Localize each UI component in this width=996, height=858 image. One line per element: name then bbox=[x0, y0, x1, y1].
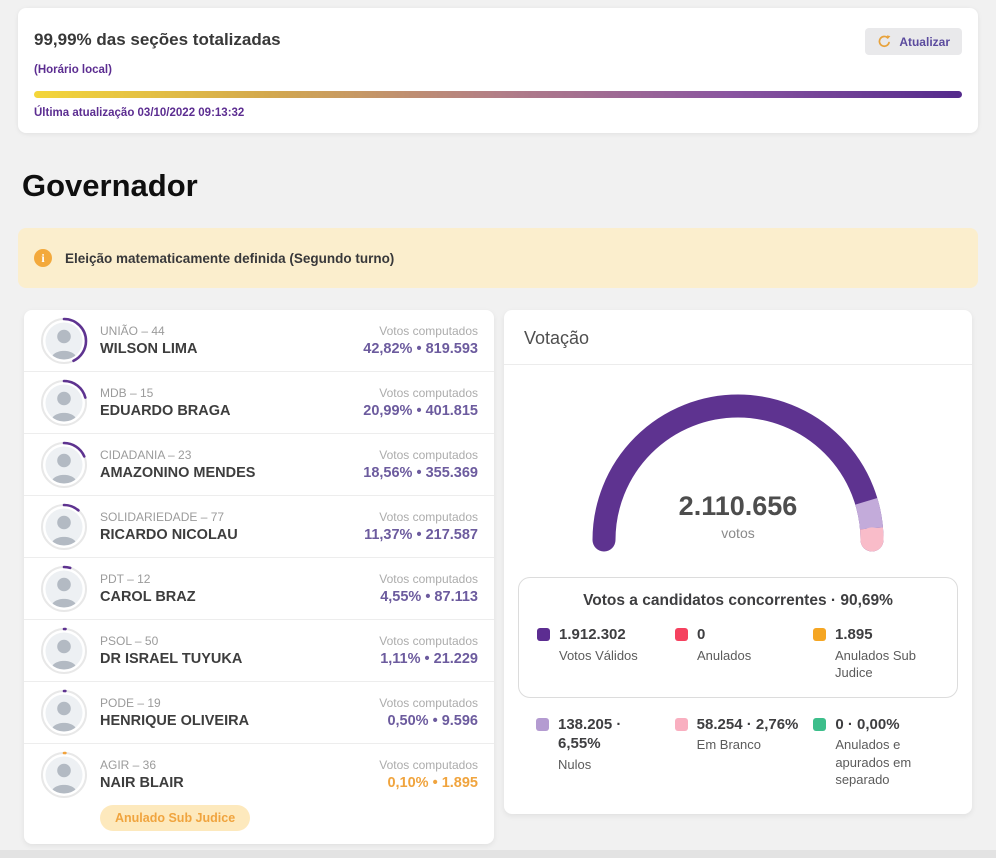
candidate-party: PDT – 12 bbox=[100, 572, 196, 586]
candidate-name: EDUARDO BRAGA bbox=[100, 403, 231, 419]
candidate-party: MDB – 15 bbox=[100, 386, 231, 400]
votes-computed-label: Votos computados bbox=[379, 572, 478, 586]
votes-computed-label: Votos computados bbox=[379, 758, 478, 772]
candidate-avatar bbox=[40, 379, 88, 427]
votes-value: 20,99% • 401.815 bbox=[363, 403, 478, 419]
stat-item: 1.912.302 Votos Válidos bbox=[537, 625, 663, 681]
candidate-party: PSOL – 50 bbox=[100, 634, 242, 648]
stat-value: 0 bbox=[697, 625, 751, 645]
candidate-row: CIDADANIA – 23 AMAZONINO MENDES Votos comp… bbox=[24, 433, 494, 495]
legend-swatch bbox=[813, 718, 826, 731]
concurrent-votes-title: Votos a candidatos concorrentes · 90,69% bbox=[537, 592, 939, 610]
last-update-text: Última atualização 03/10/2022 09:13:32 bbox=[34, 107, 962, 119]
footer-strip bbox=[0, 850, 996, 858]
concurrent-votes-box: Votos a candidatos concorrentes · 90,69%… bbox=[518, 577, 958, 698]
candidate-avatar bbox=[40, 689, 88, 737]
votes-value: 11,37% • 217.587 bbox=[364, 527, 478, 543]
stat-value: 138.205 · 6,55% bbox=[558, 715, 663, 754]
stat-label: Nulos bbox=[558, 756, 663, 773]
candidates-card: UNIÃO – 44 WILSON LIMA Votos computados 42,… bbox=[24, 310, 494, 844]
stat-value: 1.895 bbox=[835, 625, 939, 645]
votes-value: 4,55% • 87.113 bbox=[379, 589, 478, 605]
candidate-name: NAIR BLAIR bbox=[100, 775, 184, 791]
totalization-title: 99,99% das seções totalizadas bbox=[34, 24, 281, 50]
candidate-row: UNIÃO – 44 WILSON LIMA Votos computados 42,… bbox=[24, 310, 494, 371]
votes-value: 0,10% • 1.895 bbox=[379, 775, 478, 791]
votes-computed-label: Votos computados bbox=[364, 510, 478, 524]
candidate-party: SOLIDARIEDADE – 77 bbox=[100, 510, 238, 524]
stat-value: 58.254 · 2,76% bbox=[697, 715, 799, 735]
stat-item: 0 · 0,00%Anulados e apurados em separado bbox=[813, 715, 940, 788]
candidate-avatar bbox=[40, 441, 88, 489]
stat-label: Votos Válidos bbox=[559, 647, 638, 664]
legend-swatch bbox=[536, 718, 549, 731]
banner-text: Eleição matematicamente definida (Segund… bbox=[65, 251, 394, 266]
votacao-title: Votação bbox=[504, 310, 972, 365]
total-votes-unit: votos bbox=[504, 525, 972, 541]
candidate-name: DR ISRAEL TUYUKA bbox=[100, 651, 242, 667]
votes-computed-label: Votos computados bbox=[363, 448, 478, 462]
sub-judice-badge: Anulado Sub Judice bbox=[100, 805, 250, 831]
candidate-party: UNIÃO – 44 bbox=[100, 324, 197, 338]
candidate-name: HENRIQUE OLIVEIRA bbox=[100, 713, 249, 729]
candidate-name: WILSON LIMA bbox=[100, 341, 197, 357]
votes-value: 0,50% • 9.596 bbox=[379, 713, 478, 729]
votes-computed-label: Votos computados bbox=[379, 696, 478, 710]
stat-label: Anulados e apurados em separado bbox=[835, 736, 940, 787]
candidate-row: MDB – 15 EDUARDO BRAGA Votos computados 20,… bbox=[24, 371, 494, 433]
stat-label: Anulados bbox=[697, 647, 751, 664]
candidate-party: AGIR – 36 bbox=[100, 758, 184, 772]
candidate-party: PODE – 19 bbox=[100, 696, 249, 710]
stat-item: 1.895Anulados Sub Judice bbox=[813, 625, 939, 681]
total-votes-value: 2.110.656 bbox=[504, 491, 972, 522]
legend-swatch bbox=[675, 628, 688, 641]
votes-computed-label: Votos computados bbox=[363, 386, 478, 400]
candidate-row: PODE – 19 HENRIQUE OLIVEIRA Votos computad… bbox=[24, 681, 494, 743]
stat-item: 138.205 · 6,55% Nulos bbox=[536, 715, 663, 788]
refresh-button[interactable]: Atualizar bbox=[865, 28, 962, 55]
page-title: Governador bbox=[22, 169, 996, 203]
candidate-row: AGIR – 36 NAIR BLAIR Votos computados 0,10%… bbox=[24, 743, 494, 844]
stat-value: 0 · 0,00% bbox=[835, 715, 940, 735]
local-time-note: (Horário local) bbox=[34, 64, 962, 76]
candidate-party: CIDADANIA – 23 bbox=[100, 448, 255, 462]
legend-swatch bbox=[675, 718, 688, 731]
totalization-card: 99,99% das seções totalizadas Atualizar … bbox=[18, 8, 978, 133]
stat-item: 0 Anulados bbox=[675, 625, 801, 681]
votes-value: 1,11% • 21.229 bbox=[379, 651, 478, 667]
refresh-icon bbox=[877, 34, 892, 49]
candidate-row: SOLIDARIEDADE – 77 RICARDO NICOLAU Votos c… bbox=[24, 495, 494, 557]
candidate-avatar bbox=[40, 627, 88, 675]
stat-value: 1.912.302 bbox=[559, 625, 638, 645]
candidate-avatar bbox=[40, 751, 88, 799]
votes-computed-label: Votos computados bbox=[363, 324, 478, 338]
legend-swatch bbox=[813, 628, 826, 641]
candidate-avatar bbox=[40, 503, 88, 551]
votes-value: 42,82% • 819.593 bbox=[363, 341, 478, 357]
votes-value: 18,56% • 355.369 bbox=[363, 465, 478, 481]
votes-gauge: 2.110.656 votos bbox=[504, 365, 972, 557]
stat-item: 58.254 · 2,76%Em Branco bbox=[675, 715, 802, 788]
totalization-progress-bar bbox=[34, 91, 962, 98]
legend-swatch bbox=[537, 628, 550, 641]
info-banner: i Eleição matematicamente definida (Segu… bbox=[18, 228, 978, 288]
candidate-avatar bbox=[40, 565, 88, 613]
votes-computed-label: Votos computados bbox=[379, 634, 478, 648]
candidate-row: PDT – 12 CAROL BRAZ Votos computados 4,55% … bbox=[24, 557, 494, 619]
votacao-card: Votação 2.110.656 votos Votos a candidat… bbox=[504, 310, 972, 814]
refresh-label: Atualizar bbox=[899, 35, 950, 49]
candidate-name: CAROL BRAZ bbox=[100, 589, 196, 605]
stat-label: Anulados Sub Judice bbox=[835, 647, 939, 681]
stat-label: Em Branco bbox=[697, 736, 799, 753]
candidate-avatar bbox=[40, 317, 88, 365]
candidate-name: RICARDO NICOLAU bbox=[100, 527, 238, 543]
candidate-name: AMAZONINO MENDES bbox=[100, 465, 255, 481]
candidate-row: PSOL – 50 DR ISRAEL TUYUKA Votos computado… bbox=[24, 619, 494, 681]
info-icon: i bbox=[34, 249, 52, 267]
